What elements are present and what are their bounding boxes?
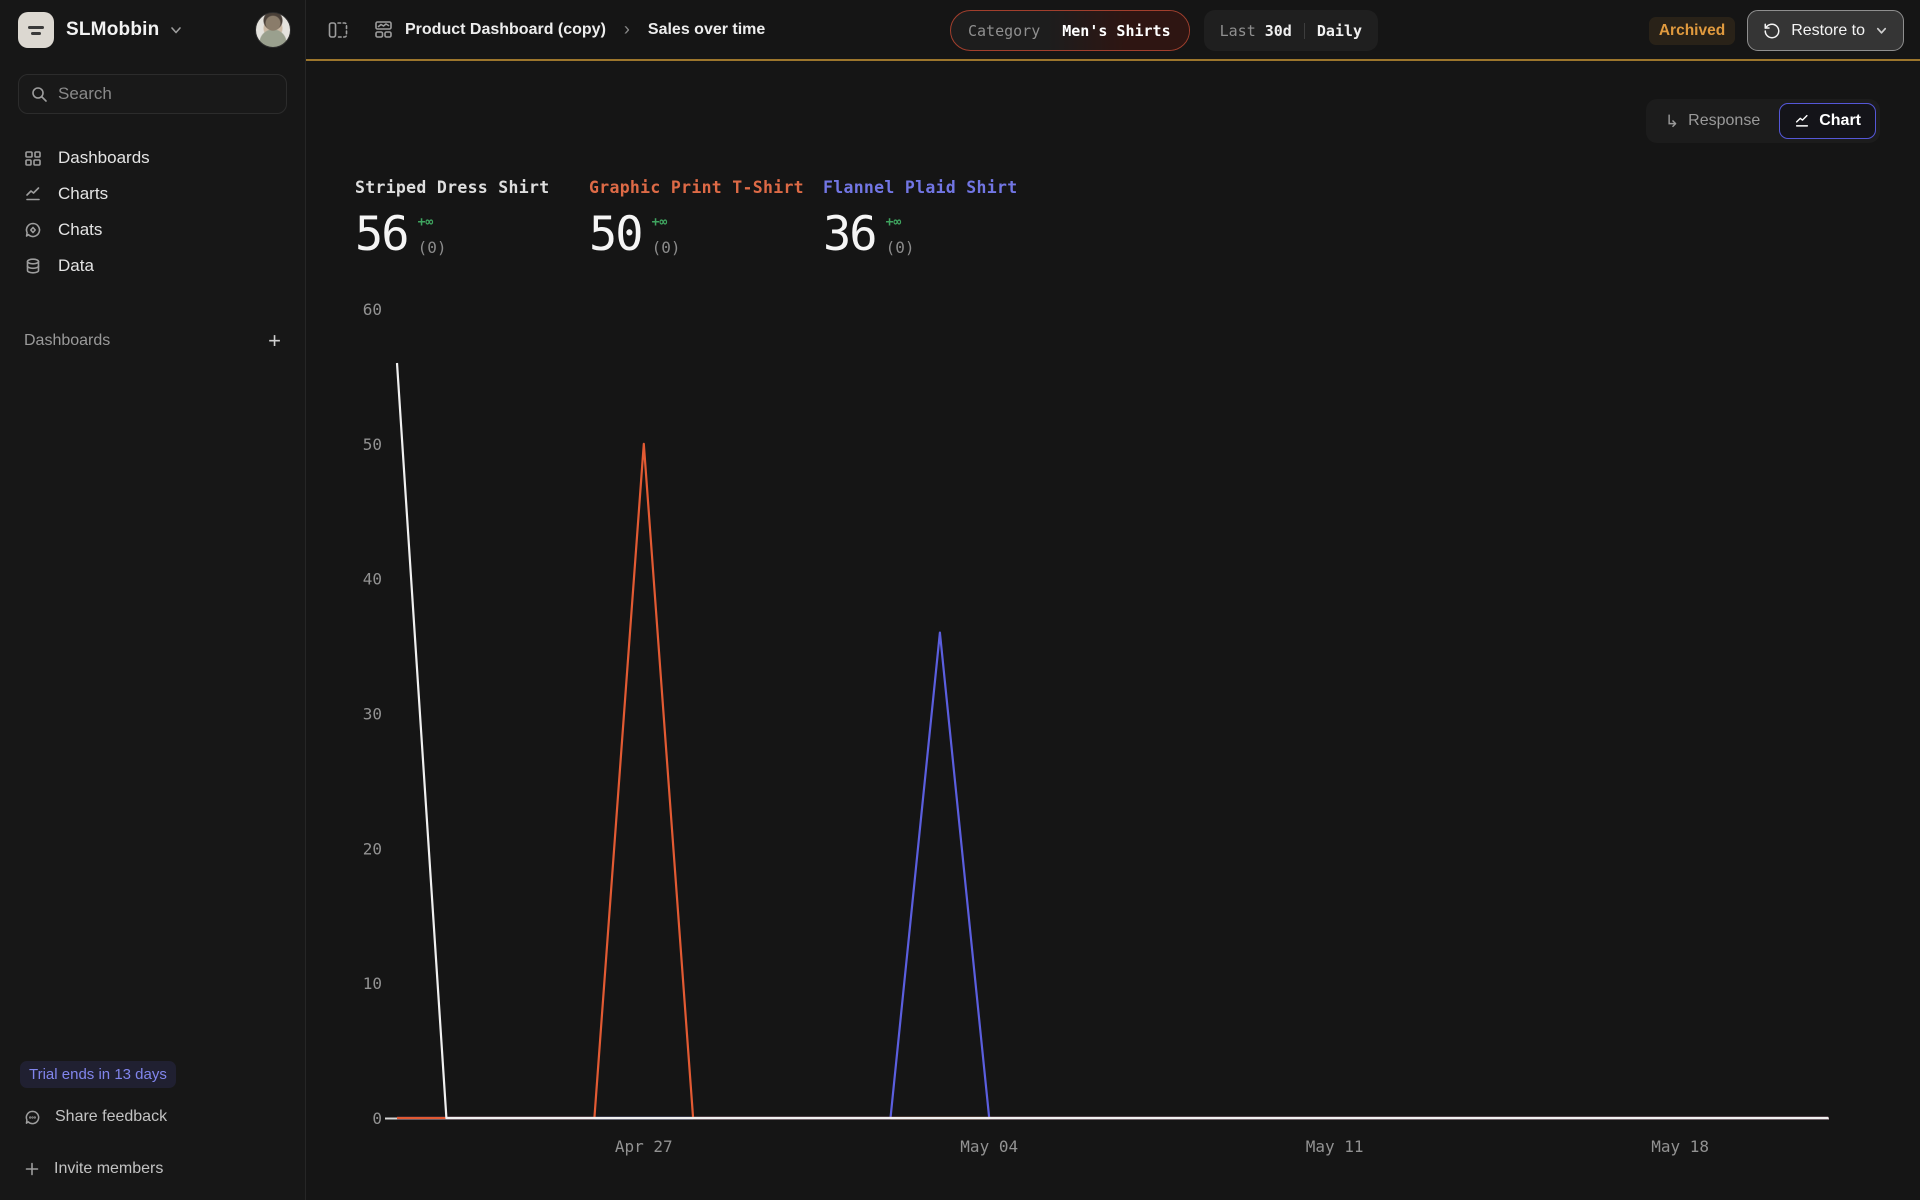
y-axis-tick: 20 [363,839,382,858]
y-axis-tick: 50 [363,435,382,454]
y-axis-tick: 10 [363,974,382,993]
y-axis-tick: 0 [372,1109,382,1128]
sales-line-chart[interactable]: 0 10 20 30 40 50 60 Apr 27 May 04 May 11 May 18 [0,0,1920,1200]
x-axis-tick: May 18 [1651,1137,1709,1156]
series-line-striped-dress-shirt [395,362,1829,1120]
x-axis-tick: Apr 27 [615,1137,673,1156]
series-line-graphic-print-t-shirt [397,442,1829,1120]
y-axis-tick: 60 [363,300,382,319]
x-axis-tick: May 11 [1306,1137,1364,1156]
y-axis-tick: 40 [363,570,382,589]
x-axis-tick: May 04 [960,1137,1018,1156]
y-axis-tick: 30 [363,705,382,724]
